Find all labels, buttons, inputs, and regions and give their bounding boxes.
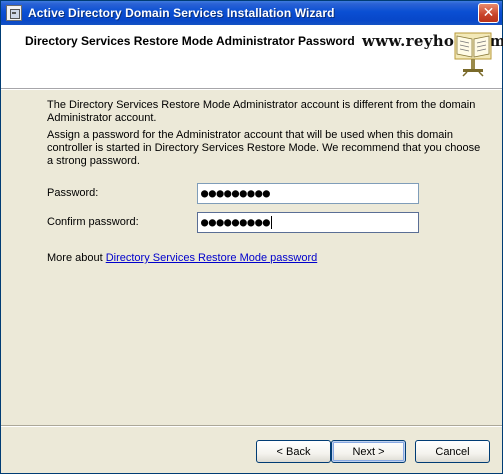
wizard-header: Directory Services Restore Mode Administ… xyxy=(1,25,503,90)
confirm-password-input[interactable]: ●●●●●●●●● xyxy=(197,212,419,233)
cancel-button[interactable]: Cancel xyxy=(415,440,490,463)
wizard-window: Active Directory Domain Services Install… xyxy=(0,0,503,474)
more-info: More about Directory Services Restore Mo… xyxy=(47,252,317,264)
password-label: Password: xyxy=(47,187,99,199)
password-value: ●●●●●●●●● xyxy=(201,186,271,200)
footer-divider-highlight xyxy=(1,426,502,427)
next-button[interactable]: Next > xyxy=(331,440,406,463)
header-divider xyxy=(1,89,502,90)
more-prefix: More about xyxy=(47,252,106,264)
description-paragraph-2: Assign a password for the Administrator … xyxy=(47,129,481,167)
close-button[interactable]: ✕ xyxy=(478,3,499,23)
book-on-stand-icon xyxy=(454,32,492,77)
app-icon xyxy=(6,5,22,21)
window-title: Active Directory Domain Services Install… xyxy=(28,6,335,20)
description: The Directory Services Restore Mode Admi… xyxy=(47,99,487,172)
back-button[interactable]: < Back xyxy=(256,440,331,463)
restore-mode-password-link[interactable]: Directory Services Restore Mode password xyxy=(106,252,318,264)
password-input[interactable]: ●●●●●●●●● xyxy=(197,183,419,204)
description-paragraph-1: The Directory Services Restore Mode Admi… xyxy=(47,99,476,124)
confirm-password-label: Confirm password: xyxy=(47,216,139,228)
confirm-password-value: ●●●●●●●●● xyxy=(201,215,271,229)
page-title: Directory Services Restore Mode Administ… xyxy=(25,34,355,48)
text-caret xyxy=(270,216,272,229)
confirm-password-row: Confirm password: ●●●●●●●●● xyxy=(47,212,427,234)
password-row: Password: ●●●●●●●●● xyxy=(47,183,427,205)
title-bar[interactable]: Active Directory Domain Services Install… xyxy=(1,1,502,25)
